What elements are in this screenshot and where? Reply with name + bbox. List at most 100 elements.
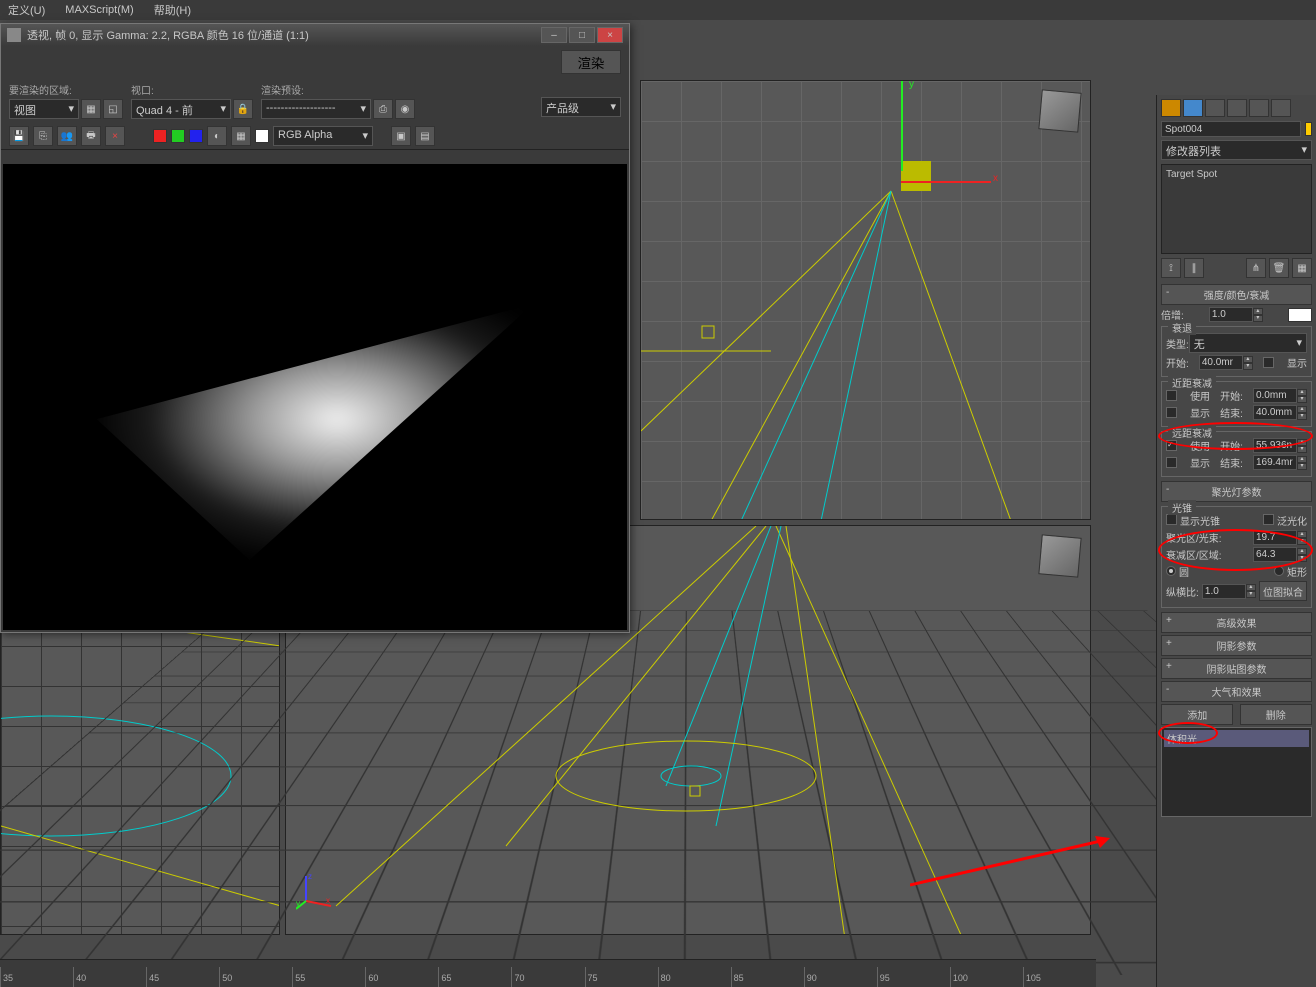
menu-custom[interactable]: 定义(U)	[8, 2, 45, 18]
stack-item[interactable]: Target Spot	[1166, 169, 1307, 180]
hotspot-spinner[interactable]: ▴▾	[1253, 530, 1307, 545]
rollout-adv-effects[interactable]: +高级效果	[1161, 612, 1312, 633]
near-use-label: 使用	[1190, 388, 1210, 403]
preset-save-icon[interactable]: ⎙	[373, 99, 393, 119]
rollout-spotlight[interactable]: -聚光灯参数	[1161, 481, 1312, 502]
region-icon[interactable]: ▦	[81, 99, 101, 119]
object-name-field[interactable]	[1161, 121, 1301, 137]
clear-icon[interactable]: ×	[105, 126, 125, 146]
maximize-button[interactable]: □	[569, 27, 595, 43]
viewport-front[interactable]: y x	[640, 80, 1091, 520]
render-area-dropdown[interactable]: 视图	[9, 99, 79, 119]
far-end-spinner[interactable]: ▴▾	[1253, 455, 1307, 470]
decay-show-label: 显示	[1287, 355, 1307, 370]
rollout-intensity[interactable]: -强度/颜色/衰减	[1161, 284, 1312, 305]
copy-icon[interactable]: ⎘	[33, 126, 53, 146]
tab-display-icon[interactable]	[1249, 99, 1269, 117]
toggle-b-icon[interactable]: ▤	[415, 126, 435, 146]
far-start-spinner[interactable]: ▴▾	[1253, 438, 1307, 453]
near-start-spinner[interactable]: ▴▾	[1253, 388, 1307, 403]
save-icon[interactable]: 💾	[9, 126, 29, 146]
multiplier-spinner[interactable]: ▴▾	[1209, 307, 1263, 322]
swatch-white[interactable]	[255, 129, 269, 143]
mono-icon[interactable]: ▦	[231, 126, 251, 146]
make-unique-icon[interactable]: ⋔	[1246, 258, 1266, 278]
cone-title: 光锥	[1168, 500, 1196, 515]
preset-setup-icon[interactable]: ◉	[395, 99, 415, 119]
near-end-spinner[interactable]: ▴▾	[1253, 405, 1307, 420]
timeline-tick: 55	[292, 967, 365, 987]
crop-icon[interactable]: ◱	[103, 99, 123, 119]
shape-rect-radio[interactable]	[1274, 566, 1284, 576]
lock-icon[interactable]: 🔒	[233, 99, 253, 119]
alpha-icon[interactable]: ◐	[207, 126, 227, 146]
tab-motion-icon[interactable]	[1227, 99, 1247, 117]
show-result-icon[interactable]: ∥	[1184, 258, 1204, 278]
viewcube[interactable]	[1038, 534, 1081, 577]
modifier-stack[interactable]: Target Spot	[1161, 164, 1312, 254]
rollout-shadow-params[interactable]: +阴影参数	[1161, 635, 1312, 656]
decay-type-dropdown[interactable]: 无	[1189, 333, 1307, 353]
timeline-tick: 100	[950, 967, 1023, 987]
object-color-swatch[interactable]	[1305, 122, 1312, 136]
channel-dropdown[interactable]: RGB Alpha	[273, 126, 373, 146]
viewport-dropdown[interactable]: Quad 4 - 前	[131, 99, 231, 119]
tab-create-icon[interactable]	[1161, 99, 1181, 117]
rollout-shadow-map[interactable]: +阴影贴图参数	[1161, 658, 1312, 679]
axis-x	[901, 181, 991, 183]
render-window-titlebar[interactable]: 透视, 帧 0, 显示 Gamma: 2.2, RGBA 颜色 16 位/通道 …	[1, 24, 629, 46]
light-source-gizmo[interactable]	[901, 161, 931, 191]
modifier-list-dropdown[interactable]: 修改器列表	[1161, 140, 1312, 160]
command-panel-tabs	[1161, 99, 1312, 117]
tab-utilities-icon[interactable]	[1271, 99, 1291, 117]
decay-show-checkbox[interactable]	[1263, 357, 1274, 368]
minimize-button[interactable]: –	[541, 27, 567, 43]
print-icon[interactable]: 🖶	[81, 126, 101, 146]
preset-dropdown[interactable]: -------------------	[261, 99, 371, 119]
timeline-ruler[interactable]: 35404550556065707580859095100105	[0, 967, 1096, 987]
close-button[interactable]: ×	[597, 27, 623, 43]
near-show-checkbox[interactable]	[1166, 407, 1177, 418]
channel-blue-icon[interactable]	[189, 129, 203, 143]
overshoot-checkbox[interactable]	[1263, 514, 1274, 525]
tab-hierarchy-icon[interactable]	[1205, 99, 1225, 117]
configure-icon[interactable]: ▦	[1292, 258, 1312, 278]
rollout-atmosphere[interactable]: -大气和效果	[1161, 681, 1312, 702]
effect-item-volume-light[interactable]: 体积光	[1164, 730, 1309, 747]
shape-circle-radio[interactable]	[1166, 566, 1176, 576]
toggle-a-icon[interactable]: ▣	[391, 126, 411, 146]
circle-label: 圆	[1179, 568, 1189, 579]
output-dropdown[interactable]: 产品级	[541, 97, 621, 117]
render-button[interactable]: 渲染	[561, 50, 621, 74]
bitmap-fit-button[interactable]: 位图拟合	[1259, 581, 1307, 601]
near-use-checkbox[interactable]	[1166, 390, 1177, 401]
remove-mod-icon[interactable]: 🗑	[1269, 258, 1289, 278]
timeline-tick: 35	[0, 967, 73, 987]
decay-start-label: 开始:	[1166, 355, 1189, 370]
far-use-checkbox[interactable]	[1166, 440, 1177, 451]
clone-icon[interactable]: 👥	[57, 126, 77, 146]
channel-red-icon[interactable]	[153, 129, 167, 143]
pin-stack-icon[interactable]: ⟟	[1161, 258, 1181, 278]
delete-effect-button[interactable]: 删除	[1240, 704, 1312, 725]
timeline-tick: 105	[1023, 967, 1096, 987]
atmosphere-effect-list[interactable]: 体积光	[1161, 727, 1312, 817]
far-show-checkbox[interactable]	[1166, 457, 1177, 468]
tab-modify-icon[interactable]	[1183, 99, 1203, 117]
render-output-canvas[interactable]	[3, 164, 627, 630]
viewcube[interactable]	[1038, 89, 1081, 132]
channel-green-icon[interactable]	[171, 129, 185, 143]
menu-help[interactable]: 帮助(H)	[154, 2, 191, 18]
aspect-spinner[interactable]: ▴▾	[1202, 584, 1256, 599]
timeline-tick: 45	[146, 967, 219, 987]
add-effect-button[interactable]: 添加	[1161, 704, 1233, 725]
timeline[interactable]: 35404550556065707580859095100105	[0, 959, 1096, 987]
light-color-swatch[interactable]	[1288, 308, 1312, 322]
decay-start-spinner[interactable]: ▴▾	[1199, 355, 1253, 370]
area-label: 要渲染的区域:	[9, 82, 123, 97]
show-cone-checkbox[interactable]	[1166, 514, 1177, 525]
axis-x-label: x	[993, 173, 998, 184]
menu-maxscript[interactable]: MAXScript(M)	[65, 4, 133, 16]
falloff-spinner[interactable]: ▴▾	[1253, 547, 1307, 562]
rendered-light-cone	[97, 304, 534, 560]
